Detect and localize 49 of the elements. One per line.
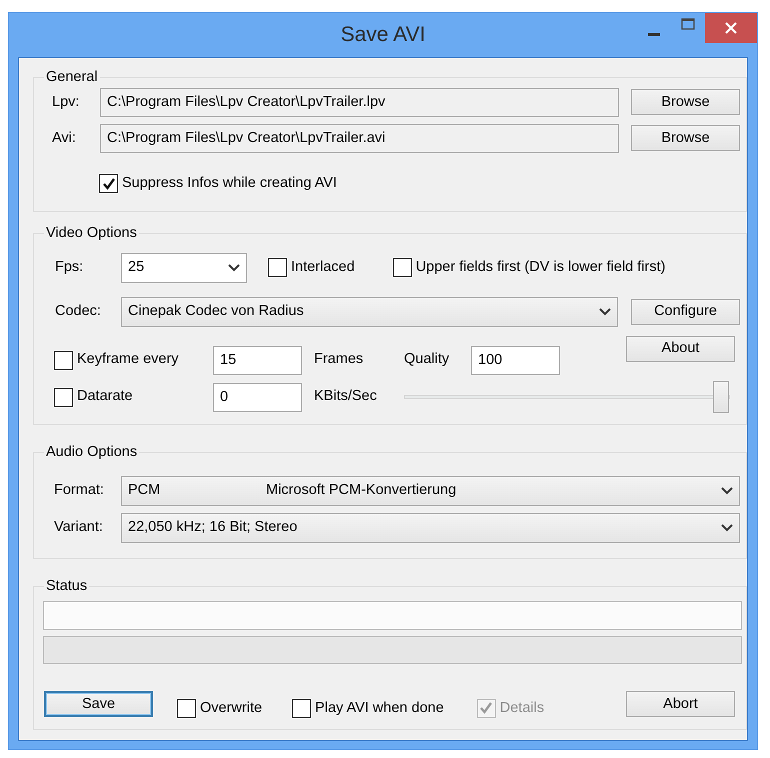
dropdown[interactable]: 22,050 kHz; 16 Bit; Stereo xyxy=(121,512,740,543)
group-title: General xyxy=(45,70,99,86)
checkbox-label[interactable]: Overwrite xyxy=(200,698,262,720)
caret-icon xyxy=(228,264,240,272)
input-field[interactable]: 0 xyxy=(213,382,302,412)
button[interactable]: Configure xyxy=(631,298,740,325)
caret-icon xyxy=(721,524,733,532)
dropdown[interactable]: Cinepak Codec von Radius xyxy=(121,296,618,327)
checkbox[interactable] xyxy=(54,350,73,370)
checkbox-label[interactable]: Keyframe every xyxy=(77,349,179,371)
dropdown[interactable]: 25 xyxy=(121,252,247,283)
field-label: Avi: xyxy=(52,128,77,148)
field-label: Lpv: xyxy=(52,92,80,112)
unit-label: Frames xyxy=(314,350,364,370)
window-title: Save AVI xyxy=(340,22,426,48)
field-label: Format: xyxy=(54,480,105,500)
group-title: Status xyxy=(45,578,88,594)
checkbox-label[interactable]: Suppress Infos while creating AVI xyxy=(122,172,337,195)
slider-thumb[interactable] xyxy=(713,381,729,414)
input-field[interactable]: C:\Program Files\Lpv Creator\LpvTrailer.lpv xyxy=(100,88,619,117)
group-title: Audio Options xyxy=(45,444,138,461)
checkbox[interactable] xyxy=(177,698,196,718)
caret-icon xyxy=(721,486,733,495)
checkbox-label[interactable]: Play AVI when done xyxy=(315,698,444,720)
group-title: Video Options xyxy=(45,226,138,242)
checkbox-label[interactable]: Datarate xyxy=(77,386,133,408)
field-label: Variant: xyxy=(54,518,104,537)
input-field[interactable]: 15 xyxy=(213,346,302,375)
unit-label: KBits/Sec xyxy=(314,387,378,406)
button[interactable]: Browse xyxy=(631,89,740,116)
checkbox[interactable] xyxy=(392,258,412,278)
checkbox[interactable] xyxy=(54,388,73,407)
checkbox[interactable] xyxy=(99,174,118,194)
input-field[interactable]: 100 xyxy=(471,346,560,375)
checkbox[interactable] xyxy=(292,698,312,718)
button[interactable]: Abort xyxy=(626,691,735,718)
checkbox-label[interactable]: Upper fields first (DV is lower field first) xyxy=(416,256,666,278)
button[interactable]: About xyxy=(626,336,735,362)
field-label: Codec: xyxy=(55,302,102,321)
caret-icon xyxy=(599,308,611,316)
field-label: Quality xyxy=(404,350,450,370)
dropdown[interactable]: PCM Microsoft PCM-Konvertierung xyxy=(121,476,740,506)
input-field[interactable]: C:\Program Files\Lpv Creator\LpvTrailer.avi xyxy=(100,124,619,153)
checkbox[interactable] xyxy=(268,258,287,278)
field-label: Fps: xyxy=(55,258,84,277)
button[interactable]: Save xyxy=(44,691,153,718)
close-icon[interactable] xyxy=(705,13,757,43)
button[interactable]: Browse xyxy=(631,125,740,152)
checkbox-label[interactable]: Interlaced xyxy=(291,256,355,278)
